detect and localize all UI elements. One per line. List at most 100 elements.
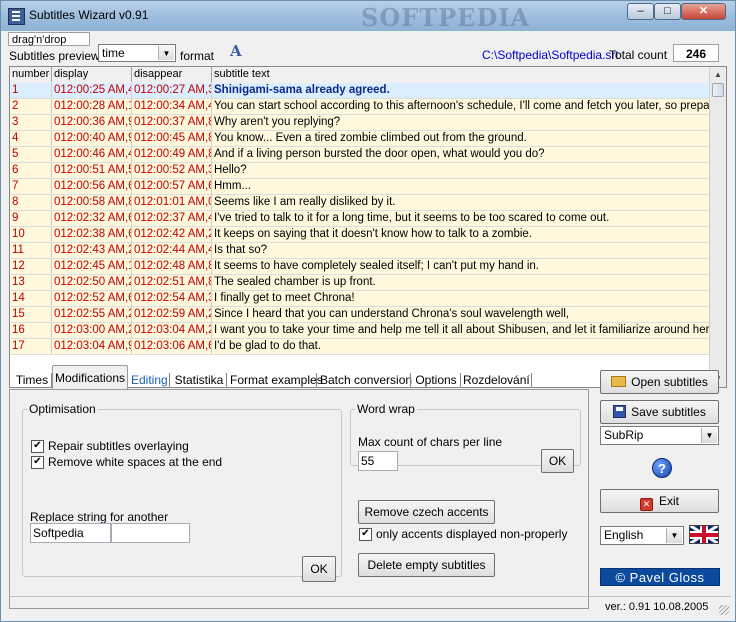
- cell-display[interactable]: 012:00:46 AM,4: [52, 147, 132, 162]
- repair-overlay-checkbox[interactable]: ✔: [31, 440, 44, 453]
- chevron-down-icon[interactable]: ▼: [158, 46, 174, 60]
- cell-number[interactable]: 14: [10, 291, 52, 306]
- cell-disappear[interactable]: 012:00:49 AM,8: [132, 147, 212, 162]
- cell-disappear[interactable]: 012:00:37 AM,8: [132, 115, 212, 130]
- cell-number[interactable]: 11: [10, 243, 52, 258]
- save-subtitles-button[interactable]: Save subtitles: [600, 400, 719, 424]
- preview-select[interactable]: time ▼: [98, 44, 176, 62]
- cell-display[interactable]: 012:00:28 AM,1: [52, 99, 132, 114]
- maximize-button[interactable]: □: [654, 3, 681, 20]
- table-row[interactable]: 4 012:00:40 AM,9 012:00:45 AM,8 You know...…: [10, 131, 710, 147]
- tab-rozdelovani[interactable]: Rozdelování: [463, 369, 532, 391]
- column-header-disappear[interactable]: disappear: [132, 67, 212, 82]
- cell-text[interactable]: And if a living person bursted the door …: [212, 147, 710, 162]
- close-button[interactable]: ✕: [681, 3, 726, 20]
- cell-text[interactable]: Is that so?: [212, 243, 710, 258]
- cell-disappear[interactable]: 012:00:45 AM,8: [132, 131, 212, 146]
- table-row[interactable]: 17 012:03:04 AM,9 012:03:06 AM,6 I'd be gla…: [10, 339, 710, 355]
- cell-text[interactable]: I'd be glad to do that.: [212, 339, 710, 354]
- cell-display[interactable]: 012:00:56 AM,6: [52, 179, 132, 194]
- cell-number[interactable]: 8: [10, 195, 52, 210]
- tab-format-examples[interactable]: Format examples: [230, 369, 323, 391]
- table-row[interactable]: 6 012:00:51 AM,5 012:00:52 AM,3 Hello?: [10, 163, 710, 179]
- cell-number[interactable]: 13: [10, 275, 52, 290]
- tab-statistika[interactable]: Statistika: [174, 369, 227, 391]
- cell-disappear[interactable]: 012:00:57 AM,6: [132, 179, 212, 194]
- copyright-banner[interactable]: © Pavel Gloss: [600, 568, 720, 586]
- cell-display[interactable]: 012:02:43 AM,2: [52, 243, 132, 258]
- exit-button[interactable]: ✕ Exit: [600, 489, 719, 513]
- tab-modifications[interactable]: Modifications: [52, 365, 128, 391]
- only-accents-label[interactable]: only accents displayed non-properly: [376, 527, 567, 541]
- cell-number[interactable]: 3: [10, 115, 52, 130]
- table-row[interactable]: 15 012:02:55 AM,2 012:02:59 AM,2 Since I he…: [10, 307, 710, 323]
- tab-times[interactable]: Times: [15, 369, 52, 391]
- table-row[interactable]: 13 012:02:50 AM,2 012:02:51 AM,8 The sealed…: [10, 275, 710, 291]
- cell-number[interactable]: 4: [10, 131, 52, 146]
- table-row[interactable]: 8 012:00:58 AM,8 012:01:01 AM,0 Seems like …: [10, 195, 710, 211]
- cell-number[interactable]: 16: [10, 323, 52, 338]
- table-row[interactable]: 5 012:00:46 AM,4 012:00:49 AM,8 And if a li…: [10, 147, 710, 163]
- table-row[interactable]: 14 012:02:52 AM,6 012:02:54 AM,3 I finally …: [10, 291, 710, 307]
- table-row[interactable]: 2 012:00:28 AM,1 012:00:34 AM,4 You can sta…: [10, 99, 710, 115]
- cell-text[interactable]: Seems like I am really disliked by it.: [212, 195, 710, 210]
- wordwrap-ok-button[interactable]: OK: [541, 449, 574, 473]
- remove-whitespace-label[interactable]: Remove white spaces at the end: [48, 455, 222, 469]
- cell-text[interactable]: The sealed chamber is up front.: [212, 275, 710, 290]
- column-header-text[interactable]: subtitle text: [212, 67, 710, 82]
- cell-disappear[interactable]: 012:02:54 AM,3: [132, 291, 212, 306]
- replace-to-input[interactable]: [111, 523, 190, 543]
- remove-whitespace-checkbox[interactable]: ✔: [31, 456, 44, 469]
- cell-text[interactable]: You can start school according to this a…: [212, 99, 710, 114]
- cell-disappear[interactable]: 012:02:44 AM,4: [132, 243, 212, 258]
- cell-display[interactable]: 012:00:25 AM,4: [52, 83, 132, 98]
- uk-flag-icon[interactable]: [689, 525, 719, 544]
- cell-text[interactable]: I finally get to meet Chrona!: [212, 291, 710, 306]
- repair-overlay-label[interactable]: Repair subtitles overlaying: [48, 439, 189, 453]
- only-accents-checkbox[interactable]: ✔: [359, 528, 372, 541]
- table-row[interactable]: 12 012:02:45 AM,1 012:02:48 AM,8 It seems t…: [10, 259, 710, 275]
- cell-text[interactable]: I've tried to talk to it for a long time…: [212, 211, 710, 226]
- cell-text[interactable]: Shinigami-sama already agreed.: [212, 83, 710, 98]
- dragdrop-area[interactable]: drag'n'drop: [8, 32, 90, 46]
- cell-text[interactable]: Hello?: [212, 163, 710, 178]
- cell-display[interactable]: 012:03:00 AM,2: [52, 323, 132, 338]
- cell-number[interactable]: 12: [10, 259, 52, 274]
- cell-disappear[interactable]: 012:00:27 AM,3: [132, 83, 212, 98]
- scroll-up-icon[interactable]: ▲: [711, 68, 725, 82]
- open-subtitles-button[interactable]: Open subtitles: [600, 370, 719, 394]
- max-chars-input[interactable]: 55: [358, 451, 398, 471]
- table-row[interactable]: 11 012:02:43 AM,2 012:02:44 AM,4 Is that so…: [10, 243, 710, 259]
- cell-display[interactable]: 012:00:51 AM,5: [52, 163, 132, 178]
- cell-text[interactable]: You know... Even a tired zombie climbed …: [212, 131, 710, 146]
- cell-number[interactable]: 7: [10, 179, 52, 194]
- cell-display[interactable]: 012:02:52 AM,6: [52, 291, 132, 306]
- cell-number[interactable]: 15: [10, 307, 52, 322]
- resize-grip-icon[interactable]: [719, 605, 729, 615]
- title-bar[interactable]: Subtitles Wizard v0.91 SOFTPEDIA – □ ✕: [1, 1, 735, 32]
- table-row[interactable]: 1 012:00:25 AM,4 012:00:27 AM,3 Shinigami-s…: [10, 83, 710, 99]
- cell-number[interactable]: 9: [10, 211, 52, 226]
- cell-disappear[interactable]: 012:00:34 AM,4: [132, 99, 212, 114]
- chevron-down-icon[interactable]: ▼: [666, 528, 682, 543]
- output-format-select[interactable]: SubRip ▼: [600, 426, 719, 445]
- cell-text[interactable]: Since I heard that you can understand Ch…: [212, 307, 710, 322]
- tab-batch-conversion[interactable]: Batch conversion: [320, 369, 412, 391]
- cell-display[interactable]: 012:02:45 AM,1: [52, 259, 132, 274]
- cell-text[interactable]: Why aren't you replying?: [212, 115, 710, 130]
- cell-disappear[interactable]: 012:02:48 AM,8: [132, 259, 212, 274]
- cell-disappear[interactable]: 012:02:37 AM,4: [132, 211, 212, 226]
- minimize-button[interactable]: –: [627, 3, 654, 20]
- cell-disappear[interactable]: 012:02:59 AM,2: [132, 307, 212, 322]
- cell-number[interactable]: 2: [10, 99, 52, 114]
- cell-disappear[interactable]: 012:00:52 AM,3: [132, 163, 212, 178]
- column-header-display[interactable]: display: [52, 67, 132, 82]
- cell-number[interactable]: 17: [10, 339, 52, 354]
- cell-disappear[interactable]: 012:02:42 AM,2: [132, 227, 212, 242]
- table-row[interactable]: 7 012:00:56 AM,6 012:00:57 AM,6 Hmm...: [10, 179, 710, 195]
- table-row[interactable]: 16 012:03:00 AM,2 012:03:04 AM,2 I want you…: [10, 323, 710, 339]
- replace-ok-button[interactable]: OK: [302, 556, 336, 582]
- cell-display[interactable]: 012:03:04 AM,9: [52, 339, 132, 354]
- app-icon[interactable]: [8, 8, 25, 25]
- cell-text[interactable]: I want you to take your time and help me…: [212, 323, 710, 338]
